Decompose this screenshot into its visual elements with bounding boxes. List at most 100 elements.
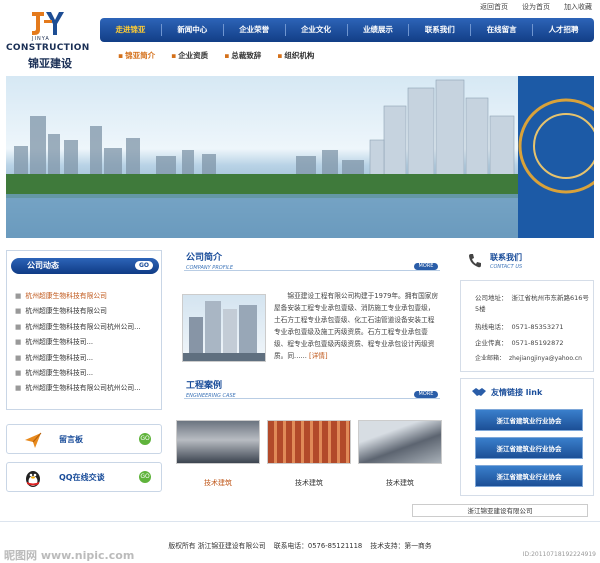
handshake-icon bbox=[472, 388, 486, 396]
logo-sub-text: JINYA bbox=[32, 36, 50, 42]
news-item[interactable]: ■ 杭州超康生物科技司... bbox=[15, 366, 159, 381]
subnav-item-qualification[interactable]: ▪ 企业资质 bbox=[171, 50, 208, 61]
contact-phone: 热线电话： 0571-85353271 bbox=[475, 321, 563, 331]
news-item[interactable]: ■ 杭州超康生物科技有限公司杭州公司... bbox=[15, 381, 159, 396]
qq-chat-button[interactable]: QQ在线交谈 GO bbox=[6, 462, 162, 492]
divider bbox=[184, 270, 440, 271]
main-nav: 走进锦亚 新闻中心 企业荣誉 企业文化 业绩展示 联系我们 在线留言 人才招聘 bbox=[100, 18, 594, 42]
friend-link-banner[interactable]: 浙江省建筑业行业协会 bbox=[475, 409, 583, 431]
footer-divider bbox=[0, 521, 600, 522]
nav-item-culture[interactable]: 企业文化 bbox=[284, 24, 347, 36]
news-item-label: 杭州超康生物科技有限公司杭州公司... bbox=[25, 322, 141, 331]
subnav-item-speech[interactable]: ▪ 总裁致辞 bbox=[224, 50, 261, 61]
news-more-button[interactable]: GO bbox=[134, 261, 153, 270]
nav-item-projects[interactable]: 业绩展示 bbox=[346, 24, 409, 36]
watermark-left: 昵图网 www.nipic.com bbox=[4, 549, 135, 562]
footer-support: 技术支持：第一商务 bbox=[370, 542, 432, 550]
friend-link-banner[interactable]: 浙江省建筑业行业协会 bbox=[475, 437, 583, 459]
logo-en-text: CONSTRUCTION bbox=[6, 43, 90, 53]
case-item[interactable]: 技术建筑 bbox=[176, 420, 260, 488]
case-caption: 技术建筑 bbox=[204, 479, 232, 487]
building-photo bbox=[183, 301, 265, 361]
profile-more-button[interactable]: MORE bbox=[414, 263, 438, 270]
bullet-icon: ▪ bbox=[171, 51, 177, 60]
subnav-label: 企业资质 bbox=[178, 51, 209, 60]
news-item[interactable]: ■ 杭州超康生物科技有限公司杭州公司... bbox=[15, 320, 159, 335]
contact-label: 公司地址： bbox=[475, 294, 508, 302]
contact-label: 企业传真： bbox=[475, 339, 508, 347]
subnav-label: 锦亚简介 bbox=[125, 51, 156, 60]
contact-box: 公司地址： 浙江省杭州市东新路616号5楼 热线电话： 0571-85353271 … bbox=[460, 280, 594, 372]
bullet-icon: ■ bbox=[15, 292, 22, 300]
bullet-icon: ■ bbox=[15, 368, 22, 377]
message-board-button[interactable]: 留言板 GO bbox=[6, 424, 162, 454]
contact-address: 公司地址： 浙江省杭州市东新路616号5楼 bbox=[475, 293, 593, 315]
contact-value[interactable]: zhejiangjinya@yahoo.cn bbox=[509, 355, 582, 362]
bullet-icon: ▪ bbox=[118, 51, 124, 60]
divider bbox=[184, 398, 440, 399]
case-image bbox=[176, 420, 260, 464]
page: JINYA CONSTRUCTION 锦亚建设 返回首页 设为首页 加入收藏 走… bbox=[0, 0, 600, 563]
news-item[interactable]: ■ 杭州超康生物科技司... bbox=[15, 351, 159, 366]
footer-phone: 联系电话：0576-85121118 bbox=[273, 542, 363, 550]
contact-value: 0571-85353271 bbox=[511, 323, 564, 331]
news-item[interactable]: ■ 杭州超康生物科技司... bbox=[15, 335, 159, 350]
news-item-label: 杭州超康生物科技有限公司 bbox=[25, 292, 107, 300]
subnav-item-organization[interactable]: ▪ 组织机构 bbox=[277, 50, 314, 61]
nav-item-contact[interactable]: 联系我们 bbox=[408, 24, 470, 36]
profile-title: 公司简介 bbox=[186, 253, 223, 263]
subnav-label: 总裁致辞 bbox=[231, 51, 262, 60]
news-item-label: 杭州超康生物科技有限公司 bbox=[25, 307, 107, 316]
nav-item-message[interactable]: 在线留言 bbox=[470, 24, 532, 36]
case-caption: 技术建筑 bbox=[295, 479, 323, 487]
bullet-icon: ▪ bbox=[277, 51, 283, 60]
contact-label: 企业邮箱： bbox=[475, 355, 506, 362]
city-skyline-image bbox=[6, 76, 594, 238]
nav-item-jobs[interactable]: 人才招聘 bbox=[532, 24, 594, 36]
nav-item-news[interactable]: 新闻中心 bbox=[160, 24, 223, 36]
case-image bbox=[358, 420, 442, 464]
top-links: 返回首页 设为首页 加入收藏 bbox=[480, 2, 592, 12]
link-set-home[interactable]: 设为首页 bbox=[522, 2, 550, 12]
qq-penguin-icon bbox=[26, 471, 40, 487]
news-list: ■ 杭州超康生物科技有限公司 ■ 杭州超康生物科技有限公司 ■ 杭州超康生物科技有限公… bbox=[15, 289, 159, 397]
hero-banner bbox=[6, 76, 594, 238]
case-gallery: 技术建筑 技术建筑 技术建筑 bbox=[176, 420, 442, 488]
bullet-icon: ■ bbox=[15, 307, 22, 316]
links-title: 友情链接 link bbox=[491, 388, 543, 397]
footer-company-box: 浙江锦亚建设有限公司 bbox=[412, 504, 588, 517]
case-item[interactable]: 技术建筑 bbox=[267, 420, 351, 488]
contact-title: 联系我们 bbox=[490, 253, 522, 262]
case-caption: 技术建筑 bbox=[386, 479, 414, 487]
qq-go-button[interactable]: GO bbox=[139, 471, 151, 483]
logo-mark-icon bbox=[32, 12, 64, 35]
contact-email: 企业邮箱： zhejiangjinya@yahoo.cn bbox=[475, 353, 582, 362]
case-image bbox=[267, 420, 351, 464]
qq-chat-label: QQ在线交谈 bbox=[59, 473, 105, 482]
contact-subtitle: CONTACT US bbox=[490, 264, 523, 270]
company-news-box: 公司动态 GO ■ 杭州超康生物科技有限公司 ■ 杭州超康生物科技有限公司 ■ 杭州超… bbox=[6, 250, 162, 410]
bullet-icon: ■ bbox=[15, 322, 22, 331]
news-item[interactable]: ■ 杭州超康生物科技有限公司 bbox=[15, 304, 159, 319]
nav-item-about[interactable]: 走进锦亚 bbox=[100, 24, 161, 36]
subnav-item-intro[interactable]: ▪ 锦亚简介 bbox=[118, 50, 155, 61]
link-home[interactable]: 返回首页 bbox=[480, 2, 508, 12]
bullet-icon: ▪ bbox=[224, 51, 230, 60]
footer-copyright: 版权所有 浙江锦亚建设有限公司 bbox=[168, 542, 266, 550]
bullet-icon: ■ bbox=[15, 353, 22, 362]
company-building-image bbox=[182, 294, 266, 362]
friend-link-banner[interactable]: 浙江省建筑业行业协会 bbox=[475, 465, 583, 487]
link-favorite[interactable]: 加入收藏 bbox=[564, 2, 592, 12]
nav-item-honors[interactable]: 企业荣誉 bbox=[222, 24, 285, 36]
profile-text: 锦亚建设工程有限公司构建于1979年。拥有国家房屋备安装工程专业承包壹级、消防施… bbox=[274, 290, 440, 362]
logo[interactable]: JINYA CONSTRUCTION 锦亚建设 bbox=[6, 6, 92, 72]
friend-links-box: 友情链接 link 浙江省建筑业行业协会 浙江省建筑业行业协会 浙江省建筑业行业… bbox=[460, 378, 594, 496]
message-go-button[interactable]: GO bbox=[139, 433, 151, 445]
news-item-label: 杭州超康生物科技司... bbox=[25, 368, 94, 377]
cases-more-button[interactable]: MORE bbox=[414, 391, 438, 398]
bullet-icon: ■ bbox=[15, 338, 22, 347]
profile-detail-link[interactable]: [详情] bbox=[309, 352, 328, 360]
phone-icon bbox=[469, 254, 481, 268]
news-item[interactable]: ■ 杭州超康生物科技有限公司 bbox=[15, 289, 159, 304]
case-item[interactable]: 技术建筑 bbox=[358, 420, 442, 488]
